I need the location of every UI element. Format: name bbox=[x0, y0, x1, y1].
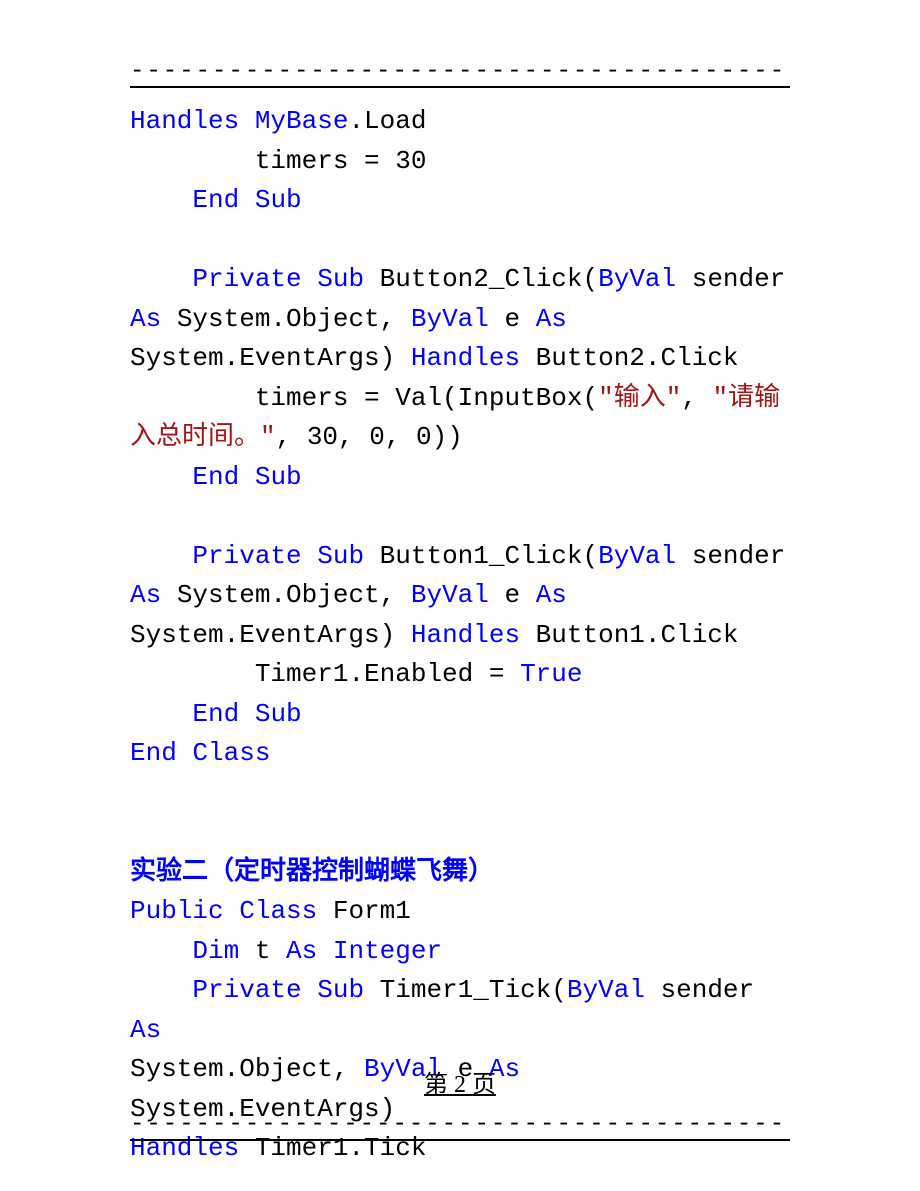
space bbox=[302, 975, 318, 1005]
text: , bbox=[681, 383, 712, 413]
text: timers = Val(InputBox( bbox=[130, 383, 598, 413]
text: , 30, 0, 0)) bbox=[276, 422, 463, 452]
kw-mybase: MyBase bbox=[255, 106, 349, 136]
page-number: 第 2 页 bbox=[424, 1064, 496, 1099]
footer: 第 2 页 ----------------------------------… bbox=[130, 1064, 790, 1141]
top-rule bbox=[130, 86, 790, 88]
space bbox=[302, 541, 318, 571]
top-dash-line: ----------------------------------------… bbox=[130, 60, 790, 84]
kw-private: Private bbox=[192, 975, 301, 1005]
indent bbox=[130, 541, 192, 571]
kw-byval: ByVal bbox=[598, 541, 676, 571]
kw-private: Private bbox=[192, 264, 301, 294]
bottom-dash-line: ----------------------------------------… bbox=[130, 1113, 790, 1137]
text: e bbox=[489, 304, 536, 334]
text: System.EventArgs) bbox=[130, 620, 411, 650]
kw-as: As bbox=[130, 580, 161, 610]
text: Timer1_Tick( bbox=[364, 975, 567, 1005]
indent bbox=[130, 462, 192, 492]
space bbox=[302, 264, 318, 294]
kw-sub: Sub bbox=[255, 185, 302, 215]
kw-class: Class bbox=[239, 896, 317, 926]
space bbox=[239, 699, 255, 729]
kw-sub: Sub bbox=[317, 541, 364, 571]
kw-handles: Handles bbox=[411, 343, 520, 373]
space bbox=[239, 185, 255, 215]
indent bbox=[130, 975, 192, 1005]
text-load: .Load bbox=[348, 106, 426, 136]
indent bbox=[130, 699, 192, 729]
space bbox=[177, 738, 193, 768]
kw-private: Private bbox=[192, 541, 301, 571]
kw-byval: ByVal bbox=[567, 975, 645, 1005]
kw-as: As bbox=[536, 580, 567, 610]
section-2-title: 实验二（定时器控制蝴蝶飞舞） bbox=[130, 857, 494, 887]
text: sender bbox=[676, 264, 801, 294]
text: Button1_Click( bbox=[364, 541, 598, 571]
text: Button1.Click bbox=[520, 620, 738, 650]
text: e bbox=[489, 580, 536, 610]
text: sender bbox=[676, 541, 801, 571]
kw-handles: Handles bbox=[130, 106, 239, 136]
kw-public: Public bbox=[130, 896, 224, 926]
kw-byval: ByVal bbox=[411, 304, 489, 334]
kw-end: End bbox=[192, 462, 239, 492]
text: System.EventArgs) bbox=[130, 343, 411, 373]
text: t bbox=[239, 936, 286, 966]
kw-byval: ByVal bbox=[598, 264, 676, 294]
kw-integer: Integer bbox=[333, 936, 442, 966]
space bbox=[567, 304, 583, 334]
space bbox=[161, 1015, 177, 1045]
kw-class: Class bbox=[192, 738, 270, 768]
kw-as: As bbox=[130, 1015, 161, 1045]
kw-as: As bbox=[130, 304, 161, 334]
space bbox=[239, 462, 255, 492]
bottom-rule bbox=[130, 1139, 790, 1141]
space bbox=[567, 580, 583, 610]
text: sender bbox=[645, 975, 770, 1005]
indent bbox=[130, 936, 192, 966]
document-page: ----------------------------------------… bbox=[0, 0, 920, 1191]
kw-true: True bbox=[520, 659, 582, 689]
string-literal: "输入" bbox=[598, 383, 681, 413]
kw-end: End bbox=[192, 185, 239, 215]
text: System.Object, bbox=[161, 304, 411, 334]
indent bbox=[130, 185, 192, 215]
kw-sub: Sub bbox=[255, 462, 302, 492]
kw-handles: Handles bbox=[411, 620, 520, 650]
indent bbox=[130, 264, 192, 294]
kw-as: As bbox=[286, 936, 317, 966]
space bbox=[317, 936, 333, 966]
kw-sub: Sub bbox=[317, 264, 364, 294]
string-literal: "请输 bbox=[713, 383, 781, 413]
text: Form1 bbox=[317, 896, 411, 926]
code-line: timers = 30 bbox=[130, 146, 426, 176]
kw-as: As bbox=[536, 304, 567, 334]
kw-sub: Sub bbox=[317, 975, 364, 1005]
space bbox=[239, 106, 255, 136]
kw-end: End bbox=[130, 738, 177, 768]
text: Button2.Click bbox=[520, 343, 738, 373]
string-literal: 入总时间。" bbox=[130, 422, 276, 452]
text: System.Object, bbox=[161, 580, 411, 610]
code-block-1: Handles MyBase.Load timers = 30 End Sub … bbox=[130, 102, 790, 1169]
kw-end: End bbox=[192, 699, 239, 729]
space bbox=[224, 896, 240, 926]
kw-sub: Sub bbox=[255, 699, 302, 729]
text: Button2_Click( bbox=[364, 264, 598, 294]
text: Timer1.Enabled = bbox=[130, 659, 520, 689]
kw-byval: ByVal bbox=[411, 580, 489, 610]
kw-dim: Dim bbox=[192, 936, 239, 966]
